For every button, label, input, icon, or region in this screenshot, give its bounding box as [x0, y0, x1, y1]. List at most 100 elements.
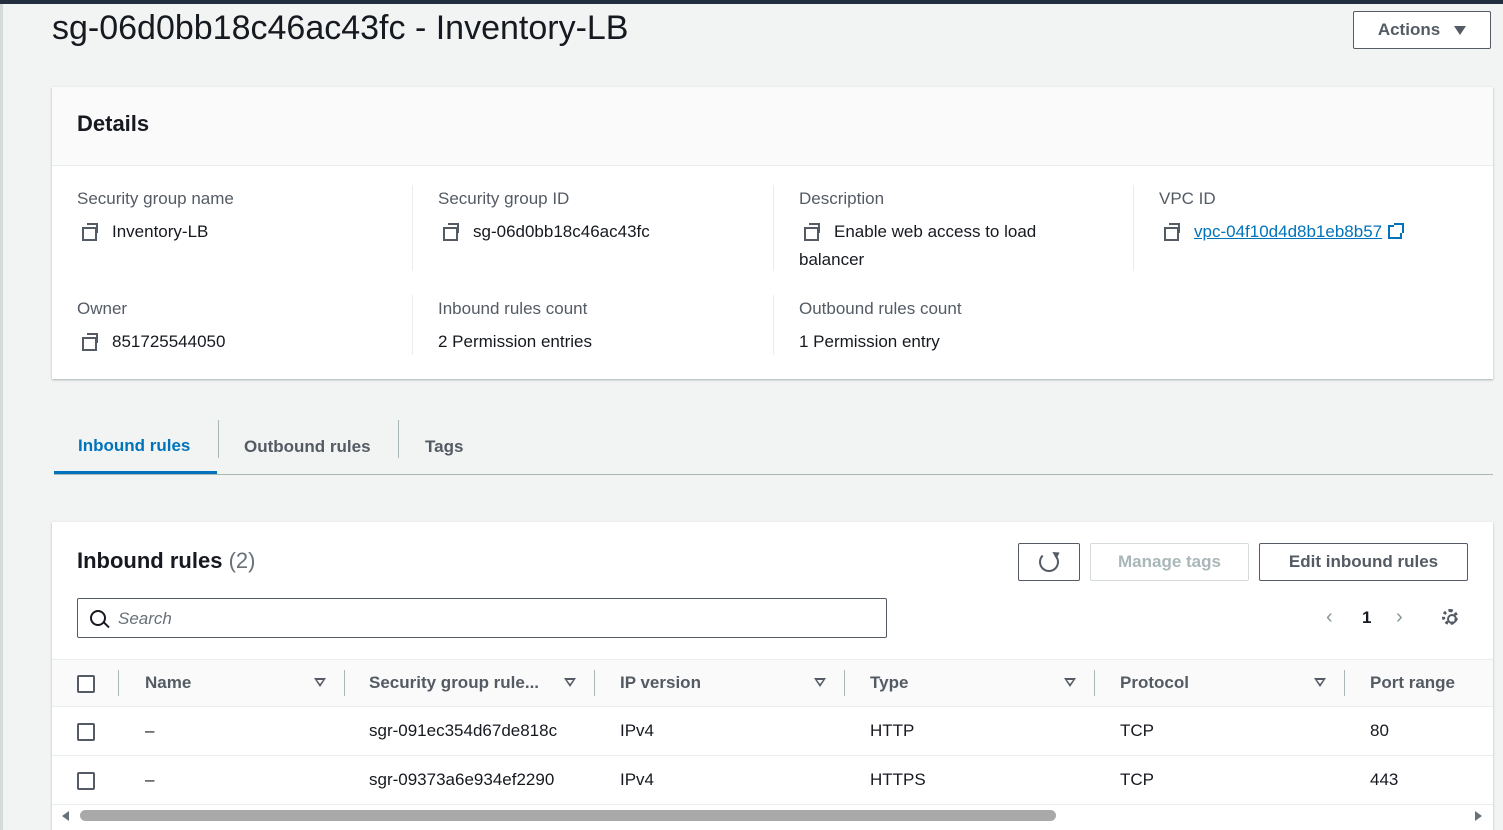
row-checkbox[interactable] [77, 723, 95, 741]
tab-inbound-rules[interactable]: Inbound rules [54, 420, 217, 474]
row-checkbox[interactable] [77, 772, 95, 790]
cell-rule-id: sgr-091ec354d67de818c [369, 721, 558, 740]
cell-type: HTTP [870, 721, 915, 740]
column-header-protocol[interactable]: Protocol [1120, 660, 1189, 706]
field-security-group-name: Security group name Inventory-LB [77, 189, 234, 246]
cell-type: HTTPS [870, 770, 926, 789]
details-title: Details [77, 111, 150, 136]
column-header-rule-id[interactable]: Security group rule... [369, 660, 539, 706]
field-label: Inbound rules count [438, 299, 588, 318]
chevron-right-icon[interactable]: › [1396, 606, 1403, 629]
column-divider [1344, 670, 1345, 696]
field-value: 2 Permission entries [438, 332, 593, 351]
copy-icon[interactable] [82, 333, 100, 351]
copy-icon[interactable] [82, 223, 100, 241]
refresh-icon [1039, 552, 1059, 572]
page-title: sg-06d0bb18c46ac43fc - Inventory-LB [52, 9, 629, 47]
cell-ip-version: IPv4 [620, 770, 655, 789]
copy-icon[interactable] [443, 223, 461, 241]
field-label: Security group ID [438, 189, 570, 208]
cell-port-range: 80 [1370, 721, 1389, 740]
copy-icon[interactable] [804, 223, 822, 241]
vpc-id-link[interactable]: vpc-04f10d4d8b1eb8b57 [1194, 222, 1382, 241]
divider [773, 185, 774, 271]
cell-name: – [145, 721, 155, 740]
actions-button-label: Actions [1377, 20, 1441, 39]
cell-protocol: TCP [1120, 770, 1154, 789]
field-value: Inventory-LB [112, 222, 209, 241]
chevron-left-icon[interactable]: ‹ [1326, 606, 1333, 629]
table-header: Name Security group rule... IP version T… [52, 659, 1493, 707]
search-icon [90, 610, 106, 626]
divider [773, 295, 774, 355]
column-divider [594, 670, 595, 696]
field-label: Outbound rules count [799, 299, 962, 318]
column-divider [1094, 670, 1095, 696]
inbound-rules-panel: Inbound rules (2) Manage tags Edit inbou… [52, 522, 1493, 830]
cell-name: – [145, 770, 155, 789]
scroll-right-arrow-icon[interactable] [1475, 811, 1482, 821]
page-number[interactable]: 1 [1362, 608, 1371, 628]
tab-bar: Inbound rules Outbound rules Tags [54, 420, 1493, 475]
column-header-port-range[interactable]: Port range [1370, 660, 1455, 706]
field-value: 851725544050 [112, 332, 226, 351]
table-row[interactable]: – sgr-09373a6e934ef2290 IPv4 HTTPS TCP 4… [52, 756, 1493, 805]
search-field[interactable] [77, 598, 887, 639]
column-divider [344, 670, 345, 696]
field-label: Owner [77, 299, 128, 318]
field-outbound-rules-count: Outbound rules count 1 Permission entry [799, 299, 962, 356]
field-label: Security group name [77, 189, 234, 208]
divider [412, 185, 413, 271]
field-description: Description Enable web access to load ba… [799, 189, 1079, 274]
field-value: sg-06d0bb18c46ac43fc [473, 222, 650, 241]
column-header-name[interactable]: Name [145, 660, 191, 706]
rules-title: Inbound rules (2) [77, 548, 255, 574]
actions-button[interactable]: Actions [1353, 11, 1491, 49]
tab-divider [398, 420, 399, 458]
field-value: Enable web access to load balancer [799, 222, 1037, 269]
copy-icon[interactable] [1164, 223, 1182, 241]
tab-divider [218, 420, 219, 458]
field-owner: Owner 851725544050 [77, 299, 225, 356]
column-divider [118, 670, 119, 696]
scrollbar-thumb[interactable] [80, 810, 1056, 821]
tab-outbound-rules[interactable]: Outbound rules [244, 420, 371, 473]
sort-caret-icon[interactable] [564, 678, 576, 687]
horizontal-scrollbar[interactable] [52, 806, 1493, 824]
cell-protocol: TCP [1120, 721, 1154, 740]
sort-caret-icon[interactable] [1064, 678, 1076, 687]
top-bar [0, 0, 1503, 4]
tab-tags[interactable]: Tags [425, 420, 463, 473]
sort-caret-icon[interactable] [814, 678, 826, 687]
field-value: 1 Permission entry [799, 332, 940, 351]
field-label: VPC ID [1159, 189, 1216, 208]
select-all-checkbox[interactable] [77, 675, 95, 693]
field-security-group-id: Security group ID sg-06d0bb18c46ac43fc [438, 189, 650, 246]
details-panel: Details Security group name Inventory-LB… [52, 87, 1493, 379]
column-divider [844, 670, 845, 696]
manage-tags-button[interactable]: Manage tags [1090, 543, 1249, 581]
sort-caret-icon[interactable] [1314, 678, 1326, 687]
sort-caret-icon[interactable] [314, 678, 326, 687]
cell-port-range: 443 [1370, 770, 1399, 789]
rules-count: (2) [228, 548, 256, 573]
edit-inbound-rules-button[interactable]: Edit inbound rules [1259, 543, 1468, 581]
cell-rule-id: sgr-09373a6e934ef2290 [369, 770, 555, 789]
field-label: Description [799, 189, 885, 208]
caret-down-icon [1454, 25, 1467, 35]
column-header-type[interactable]: Type [870, 660, 908, 706]
rules-title-text: Inbound rules [77, 548, 223, 573]
table-row[interactable]: – sgr-091ec354d67de818c IPv4 HTTP TCP 80 [52, 707, 1493, 756]
column-header-ip-version[interactable]: IP version [620, 660, 701, 706]
divider [1133, 185, 1134, 271]
external-link-icon[interactable] [1388, 223, 1405, 239]
left-edge [0, 4, 3, 830]
cell-ip-version: IPv4 [620, 721, 655, 740]
details-header [52, 87, 1493, 166]
settings-gear-icon[interactable] [1442, 609, 1458, 625]
field-inbound-rules-count: Inbound rules count 2 Permission entries [438, 299, 592, 356]
search-input[interactable] [116, 599, 880, 639]
refresh-button[interactable] [1018, 543, 1080, 581]
divider [412, 295, 413, 355]
scroll-left-arrow-icon[interactable] [62, 811, 69, 821]
